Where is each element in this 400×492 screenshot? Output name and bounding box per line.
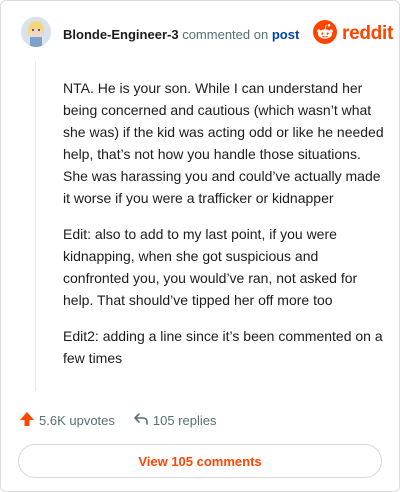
- view-comments-button[interactable]: View 105 comments: [18, 444, 382, 478]
- reddit-logo-text: reddit: [342, 23, 393, 44]
- comment-body: NTA. He is your son. While I can underst…: [63, 77, 385, 383]
- reply-arrow-icon: [133, 411, 149, 430]
- comment-paragraph: Edit2: adding a line since it’s been com…: [63, 328, 383, 366]
- thread-line: [35, 61, 36, 391]
- avatar[interactable]: [21, 17, 51, 47]
- comment-card: Blonde-Engineer-3 commented on post redd…: [0, 0, 400, 492]
- reddit-logo-icon: [313, 19, 337, 49]
- reddit-logo[interactable]: reddit: [313, 19, 393, 49]
- post-link[interactable]: post: [272, 27, 299, 42]
- replies-button[interactable]: 105 replies: [133, 411, 217, 430]
- username-link[interactable]: Blonde-Engineer-3: [63, 27, 179, 42]
- upvote-arrow-icon: [19, 411, 35, 430]
- upvote-button[interactable]: 5.6K upvotes: [19, 411, 115, 430]
- comment-paragraph: Edit: also to add to my last point, if y…: [63, 226, 358, 308]
- commented-on-label: commented on: [182, 27, 269, 42]
- replies-count: 105 replies: [152, 412, 217, 428]
- upvotes-count: 5.6K upvotes: [39, 412, 115, 428]
- comment-header: Blonde-Engineer-3 commented on post: [63, 27, 299, 43]
- comment-paragraph: NTA. He is your son. While I can underst…: [63, 80, 384, 206]
- comment-actions: 5.6K upvotes 105 replies: [19, 409, 235, 431]
